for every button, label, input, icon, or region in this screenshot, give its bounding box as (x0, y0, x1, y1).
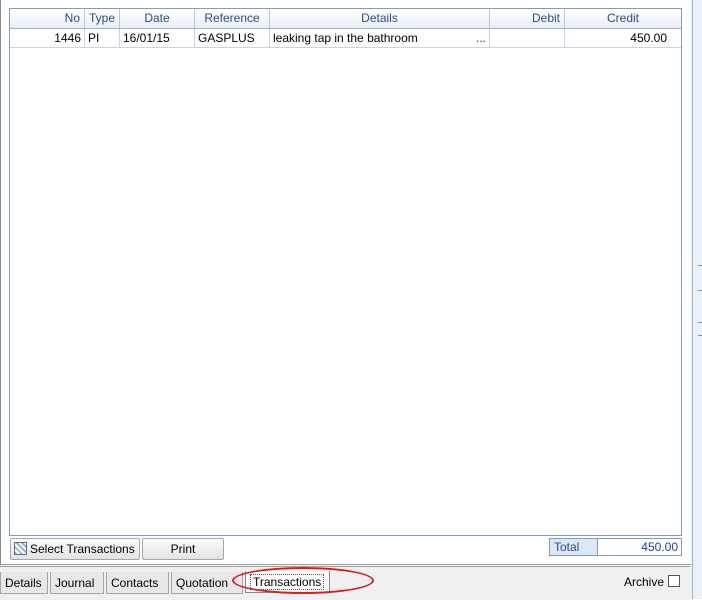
row-details-text: leaking tap in the bathroom (273, 31, 418, 45)
column-header-no[interactable]: No (10, 9, 85, 28)
tab-journal[interactable]: Journal (50, 572, 104, 594)
total-field: Total 450.00 (549, 538, 682, 556)
archive-checkbox[interactable] (668, 575, 680, 587)
tab-bar: Details Journal Contacts Quotation Trans… (0, 566, 690, 600)
side-panel-mark (698, 290, 702, 291)
table-row[interactable]: 1446 PI 16/01/15 GASPLUS leaking tap in … (10, 29, 681, 48)
transactions-window: No Type Date Reference Details Debit Cre… (0, 0, 702, 600)
total-label: Total (550, 539, 598, 555)
side-panel-mark (698, 322, 702, 323)
select-transactions-icon (14, 542, 27, 555)
row-type: PI (85, 29, 120, 47)
tab-transactions-label: Transactions (250, 574, 325, 590)
column-header-credit[interactable]: Credit (565, 9, 681, 28)
tab-quotation[interactable]: Quotation (171, 572, 243, 594)
tab-details[interactable]: Details (0, 572, 48, 594)
right-side-panel-edge (692, 0, 702, 599)
print-button[interactable]: Print (142, 538, 224, 560)
transactions-panel: No Type Date Reference Details Debit Cre… (0, 0, 691, 565)
total-value: 450.00 (641, 540, 678, 554)
archive-label: Archive (624, 575, 665, 589)
tab-transactions[interactable]: Transactions (245, 571, 330, 593)
row-debit (490, 29, 565, 47)
tab-contacts[interactable]: Contacts (106, 572, 169, 594)
details-more-button[interactable]: ... (476, 29, 486, 47)
column-header-debit[interactable]: Debit (490, 9, 565, 28)
print-label: Print (170, 542, 196, 556)
side-panel-mark (698, 335, 702, 336)
row-date: 16/01/15 (120, 29, 195, 47)
transactions-table[interactable]: No Type Date Reference Details Debit Cre… (9, 8, 682, 536)
column-header-type[interactable]: Type (85, 9, 120, 28)
column-header-reference[interactable]: Reference (195, 9, 270, 28)
side-panel-mark (698, 265, 702, 266)
column-header-details[interactable]: Details (270, 9, 490, 28)
select-transactions-button[interactable]: Select Transactions (10, 538, 140, 560)
row-no: 1446 (10, 29, 85, 47)
table-header: No Type Date Reference Details Debit Cre… (10, 9, 681, 29)
row-credit: 450.00 (630, 31, 667, 45)
select-transactions-label: Select Transactions (30, 542, 135, 556)
row-details: leaking tap in the bathroom ... (270, 29, 490, 47)
column-header-date[interactable]: Date (120, 9, 195, 28)
row-reference: GASPLUS (195, 29, 270, 47)
panel-divider (1, 564, 691, 565)
